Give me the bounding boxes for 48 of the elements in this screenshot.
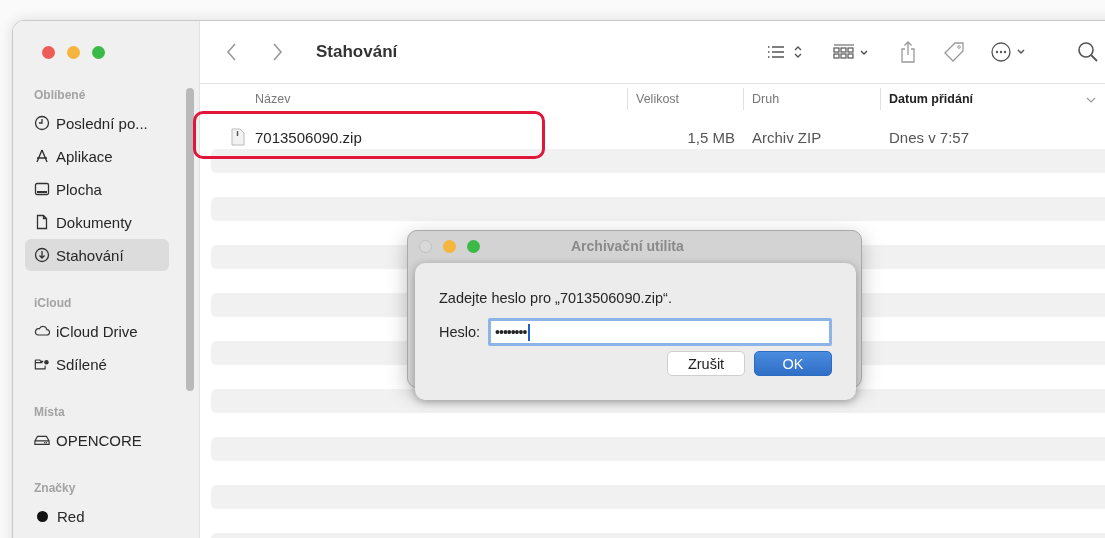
section-heading: Značky — [33, 480, 77, 497]
sidebar-item[interactable]: iCloud Drive — [25, 315, 169, 347]
sidebar-item[interactable]: Aplikace — [25, 140, 169, 172]
dialog-title: Archivační utilita — [571, 238, 684, 254]
section-heading: Místa — [33, 404, 66, 421]
dialog-message: Zadejte heslo pro „7013506090.zip“. — [439, 289, 673, 308]
zip-file-icon — [231, 128, 245, 146]
tag-icon[interactable] — [942, 40, 966, 64]
column-header[interactable]: Datum přidání — [880, 88, 1105, 110]
column-header[interactable]: Velikost — [627, 88, 743, 110]
section-heading: Oblíbené — [33, 87, 87, 104]
file-row[interactable]: 7013506090.zip 1,5 MB Archiv ZIP Dnes v 7:57 — [200, 125, 1105, 149]
column-header[interactable]: Druh — [743, 88, 880, 110]
back-icon[interactable] — [226, 42, 238, 62]
file-kind: Archiv ZIP — [751, 128, 823, 146]
sidebar-item[interactable]: Plocha — [25, 173, 169, 205]
file-date: Dnes v 7:57 — [888, 128, 971, 146]
zoom-button[interactable] — [467, 239, 480, 253]
column-header[interactable]: Název — [200, 88, 627, 110]
scrollbar[interactable] — [186, 88, 194, 391]
sidebar-item[interactable]: Stahování — [25, 239, 169, 271]
field-label: Heslo: — [439, 324, 481, 340]
clock-icon — [34, 115, 50, 131]
sidebar-item[interactable]: OPENCORE — [25, 424, 169, 456]
document-icon — [34, 214, 50, 230]
shared-folder-icon — [34, 356, 50, 372]
section-heading: iCloud — [33, 295, 73, 312]
download-icon — [34, 247, 50, 263]
desktop-icon — [34, 181, 50, 197]
apps-icon — [34, 148, 50, 164]
cancel-button[interactable]: Zrušit — [667, 351, 745, 376]
cloud-icon — [34, 323, 50, 339]
chevron-down-icon[interactable] — [1086, 97, 1096, 103]
forward-icon[interactable] — [271, 42, 283, 62]
sidebar-item[interactable]: Sdílené — [25, 348, 169, 380]
sidebar-item[interactable]: Red — [25, 500, 169, 532]
password-field[interactable]: •••••••• — [488, 318, 832, 346]
file-name: 7013506090.zip — [255, 128, 362, 146]
minimize-button[interactable] — [67, 46, 80, 59]
sidebar-item[interactable]: Dokumenty — [25, 206, 169, 238]
close-button[interactable] — [42, 46, 55, 59]
zoom-button[interactable] — [92, 46, 105, 59]
sidebar-item[interactable]: Poslední po... — [25, 107, 169, 139]
window-title: Stahování — [316, 42, 398, 62]
search-icon[interactable] — [1076, 40, 1100, 64]
ok-button[interactable]: OK — [754, 351, 832, 376]
share-icon[interactable] — [898, 40, 918, 64]
file-size: 1,5 MB — [686, 128, 736, 146]
